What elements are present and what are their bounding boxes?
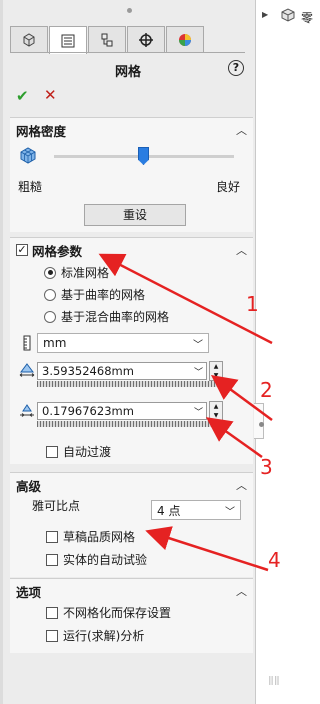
annotation-number-2: 2 <box>260 378 273 402</box>
annotation-layer <box>98 253 273 572</box>
screen: 网格 ? ✔ ✕ 网格密度 ︿ 粗糙 良好 重设 ✓ 网格参数 ︿ 标准网格 基… <box>0 0 317 704</box>
annotation-arrow-4 <box>145 526 269 572</box>
annotation-arrow-3 <box>205 417 263 459</box>
annotation-number-4: 4 <box>268 548 281 572</box>
annotation-number-3: 3 <box>260 455 273 479</box>
watermark: ⅡⅡ <box>268 674 280 688</box>
annotation-number-1: 1 <box>246 292 259 316</box>
